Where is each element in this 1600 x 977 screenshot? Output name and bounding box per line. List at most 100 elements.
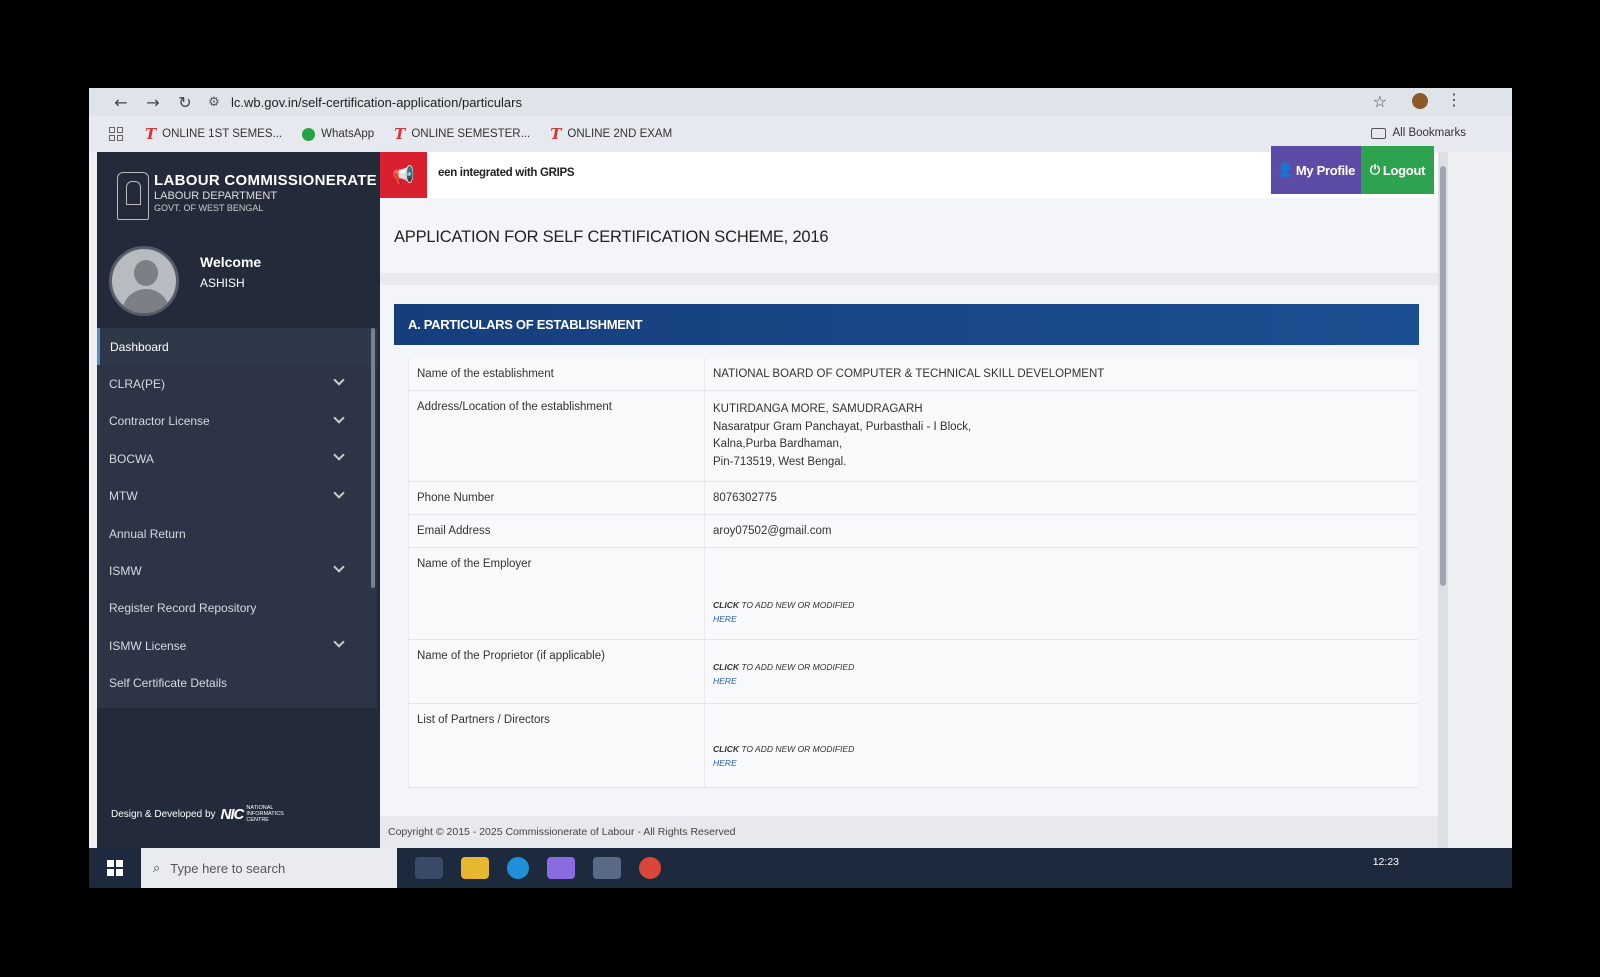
- bookmark-star-icon[interactable]: ☆: [1373, 92, 1387, 111]
- sidebar-item-label: MTW: [109, 489, 138, 504]
- nic-logo: NIC: [220, 805, 245, 823]
- scrollbar-thumb[interactable]: [1440, 166, 1446, 586]
- reload-icon[interactable]: ↻: [169, 93, 201, 112]
- address-value: KUTIRDANGA MORE, SAMUDRAGARH Nasaratpur …: [704, 390, 1418, 482]
- bookmark-favicon-icon: T: [550, 125, 562, 143]
- megaphone-icon: 📢: [380, 152, 427, 198]
- click-rest-text: TO ADD NEW OR MODIFIED: [741, 600, 855, 610]
- table-row: List of Partners / Directors CLICK TO AD…: [408, 703, 1418, 788]
- address-line: KUTIRDANGA MORE, SAMUDRAGARH: [713, 403, 923, 415]
- row-value: 8076302775: [704, 481, 1418, 515]
- chevron-down-icon: [333, 449, 345, 461]
- os-taskbar: ⌕ Type here to search 12:23: [89, 848, 1512, 888]
- sidebar-item-register-record[interactable]: Register Record Repository: [97, 590, 377, 627]
- sidebar-item-dashboard[interactable]: Dashboard: [97, 328, 377, 366]
- row-label: Email Address: [408, 514, 705, 548]
- address-bar[interactable]: lc.wb.gov.in/self-certification-applicat…: [231, 95, 522, 110]
- table-row: Address/Location of the establishment KU…: [408, 390, 1418, 482]
- sidebar-item-label: ISMW: [109, 564, 142, 579]
- add-proprietor-link[interactable]: CLICK TO ADD NEW OR MODIFIED HERE: [713, 660, 1410, 688]
- bookmark-label: WhatsApp: [321, 128, 375, 140]
- brand-title: LABOUR COMMISSIONERATE: [154, 172, 377, 189]
- section-header: A. PARTICULARS OF ESTABLISHMENT: [394, 304, 1419, 345]
- copilot-icon[interactable]: [547, 857, 575, 879]
- divider: [380, 273, 1440, 285]
- click-text: CLICK: [713, 600, 739, 610]
- brand: LABOUR COMMISSIONERATE LABOUR DEPARTMENT…: [117, 172, 377, 220]
- all-bookmarks[interactable]: All Bookmarks: [1370, 127, 1466, 139]
- logout-button[interactable]: ⏻ Logout: [1361, 146, 1434, 194]
- power-icon: ⏻: [1369, 162, 1380, 178]
- top-bar: 📢 een integrated with GRIPS 👤 My Profile…: [380, 146, 1440, 198]
- sidebar-item-ismw[interactable]: ISMW: [97, 552, 377, 589]
- sidebar-item-mtw[interactable]: MTW: [97, 478, 377, 515]
- click-text: CLICK: [713, 744, 739, 754]
- sidebar-scrollbar[interactable]: [371, 328, 375, 588]
- bookmark-label: ONLINE SEMESTER...: [411, 128, 531, 140]
- sidebar-item-label: BOCWA: [109, 451, 154, 466]
- click-rest-text: TO ADD NEW OR MODIFIED: [741, 662, 855, 672]
- apps-grid-icon[interactable]: [109, 127, 123, 141]
- bookmark-label: ONLINE 1ST SEMES...: [162, 128, 283, 140]
- chrome-icon[interactable]: [639, 857, 661, 879]
- folder-icon: [1370, 127, 1386, 139]
- nic-logo-sub: NATIONAL INFORMATICS CENTRE: [246, 805, 284, 823]
- sidebar-item-ismw-license[interactable]: ISMW License: [97, 627, 377, 664]
- bookmark-online-2nd-exam[interactable]: T ONLINE 2ND EXAM: [550, 125, 672, 143]
- user-icon: 👤: [1276, 162, 1293, 178]
- sidebar-item-self-certificate[interactable]: Self Certificate Details: [97, 665, 377, 702]
- whatsapp-icon: [302, 127, 316, 141]
- sidebar-item-label: Register Record Repository: [109, 601, 257, 616]
- windows-start-icon[interactable]: [107, 860, 123, 876]
- username: ASHISH: [200, 276, 245, 290]
- sidebar-item-label: Self Certificate Details: [109, 676, 228, 691]
- forward-icon[interactable]: →: [137, 93, 169, 112]
- file-explorer-icon[interactable]: [461, 857, 489, 879]
- back-icon[interactable]: ←: [105, 93, 137, 112]
- chevron-down-icon: [333, 486, 345, 499]
- bookmark-online-semester[interactable]: T ONLINE SEMESTER...: [394, 125, 530, 143]
- main-content: 📢 een integrated with GRIPS 👤 My Profile…: [380, 146, 1440, 852]
- bookmark-online-1st-sem[interactable]: T ONLINE 1ST SEMES...: [145, 125, 282, 143]
- bookmark-favicon-icon: T: [394, 125, 406, 143]
- store-icon[interactable]: [593, 857, 621, 879]
- click-text: CLICK: [713, 662, 739, 672]
- sidebar-item-bocwa[interactable]: BOCWA: [97, 440, 377, 477]
- announcement-ticker: een integrated with GRIPS: [438, 167, 575, 179]
- task-view-icon[interactable]: [415, 857, 443, 879]
- developer-credit: Design & Developed by NIC NATIONAL INFOR…: [111, 805, 284, 823]
- browser-menu-icon[interactable]: ⋮: [1446, 90, 1462, 109]
- avatar: [109, 246, 179, 316]
- sidebar-item-label: Dashboard: [110, 339, 169, 354]
- sidebar-item-clra[interactable]: CLRA(PE): [97, 365, 377, 402]
- add-partners-link[interactable]: CLICK TO ADD NEW OR MODIFIED HERE: [713, 742, 1410, 770]
- taskbar-search[interactable]: ⌕ Type here to search: [141, 848, 397, 888]
- here-link[interactable]: HERE: [713, 614, 737, 624]
- table-row: Name of the Employer CLICK TO ADD NEW OR…: [408, 547, 1418, 640]
- my-profile-label: My Profile: [1295, 162, 1355, 178]
- edge-icon[interactable]: [507, 857, 529, 879]
- row-label: Address/Location of the establishment: [408, 390, 705, 482]
- bookmark-whatsapp[interactable]: WhatsApp: [302, 127, 375, 141]
- row-value: CLICK TO ADD NEW OR MODIFIED HERE: [704, 703, 1418, 788]
- brand-subtitle-2: GOVT. OF WEST BENGAL: [154, 203, 264, 213]
- sidebar-item-label: Contractor License: [109, 414, 210, 429]
- here-link[interactable]: HERE: [713, 676, 737, 686]
- my-profile-button[interactable]: 👤 My Profile: [1271, 146, 1361, 194]
- page-footer: Copyright © 2015 - 2025 Commissionerate …: [380, 816, 1440, 852]
- here-link[interactable]: HERE: [713, 758, 737, 768]
- screen: ← → ↻ ⚙ lc.wb.gov.in/self-certification-…: [89, 88, 1512, 888]
- row-label: Name of the Proprietor (if applicable): [408, 639, 705, 704]
- chevron-down-icon: [333, 561, 345, 574]
- welcome-text: Welcome: [200, 254, 262, 270]
- page-scrollbar[interactable]: [1438, 152, 1448, 848]
- browser-profile-avatar[interactable]: [1412, 93, 1428, 109]
- chevron-down-icon: [333, 636, 345, 648]
- sidebar-item-contractor-license[interactable]: Contractor License: [97, 403, 377, 440]
- bookmark-label: ONLINE 2ND EXAM: [567, 128, 673, 140]
- sidebar-item-label: Annual Return: [109, 526, 186, 541]
- sidebar: LABOUR COMMISSIONERATE LABOUR DEPARTMENT…: [97, 152, 380, 852]
- site-info-icon[interactable]: ⚙: [201, 95, 227, 110]
- sidebar-item-annual-return[interactable]: Annual Return: [97, 515, 377, 552]
- add-employer-link[interactable]: CLICK TO ADD NEW OR MODIFIED HERE: [713, 598, 1410, 626]
